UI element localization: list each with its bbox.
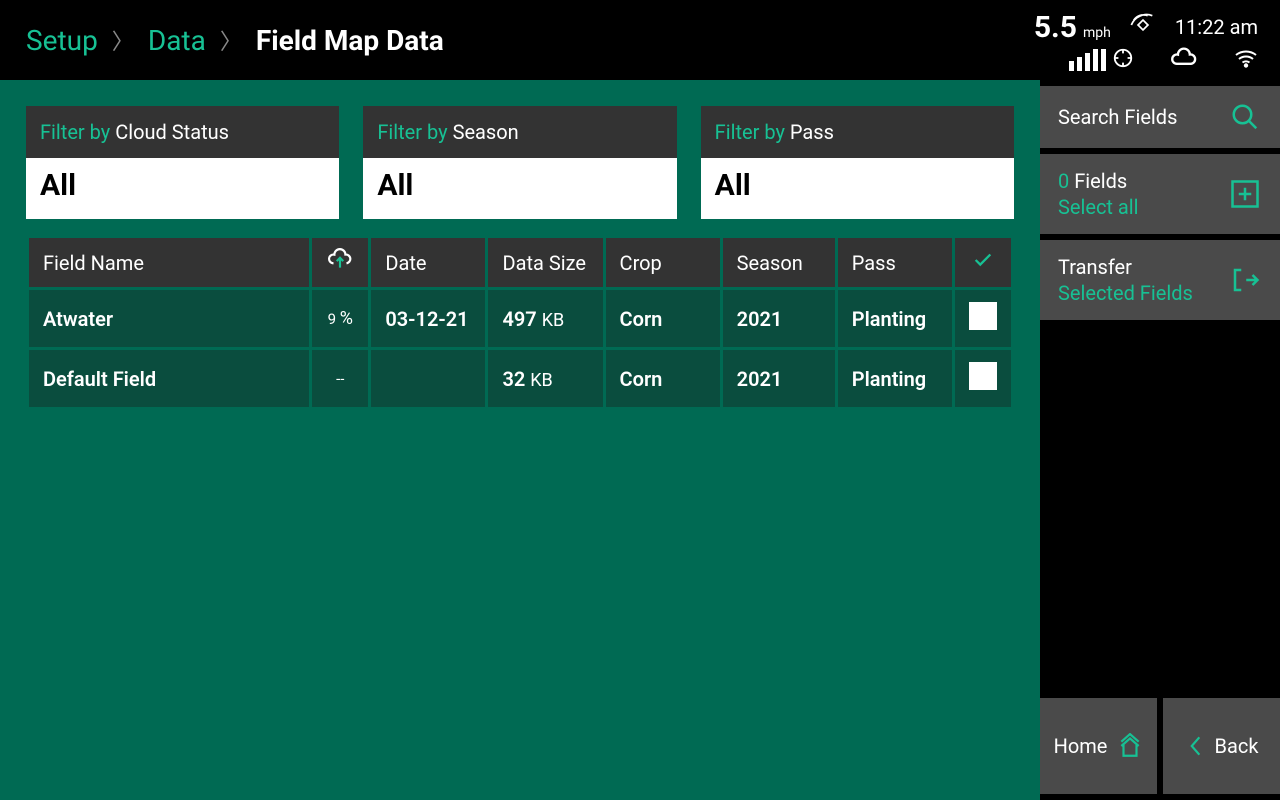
field-table: Field Name Date Data Size Crop Season Pa… xyxy=(26,235,1014,410)
select-all-button[interactable]: 0 Fields Select all xyxy=(1040,154,1280,234)
cell-pass: Planting xyxy=(838,290,952,347)
speed-unit: mph xyxy=(1083,25,1111,41)
cell-size: 497 KB xyxy=(488,290,602,347)
transfer-button[interactable]: Transfer Selected Fields xyxy=(1040,240,1280,320)
header-season[interactable]: Season xyxy=(723,238,835,287)
search-fields-button[interactable]: Search Fields xyxy=(1040,86,1280,148)
cell-sync: 9 % xyxy=(312,290,368,347)
cloud-icon xyxy=(1170,47,1198,73)
breadcrumb-data[interactable]: Data xyxy=(148,24,206,57)
gps-icon xyxy=(1112,47,1134,73)
cell-season: 2021 xyxy=(723,290,835,347)
clock: 11:22 am xyxy=(1175,15,1258,39)
filter-value: All xyxy=(26,158,339,219)
home-icon xyxy=(1117,733,1143,759)
cell-field-name: Atwater xyxy=(29,290,309,347)
chevron-right-icon: 〉 xyxy=(112,24,134,56)
checkbox[interactable] xyxy=(969,362,997,390)
status-area: 5.5 mph 11:22 am xyxy=(1034,0,1280,80)
home-button[interactable]: Home xyxy=(1040,698,1157,794)
header-data-size[interactable]: Data Size xyxy=(488,238,602,287)
selected-count-line: 0 Fields xyxy=(1058,168,1216,194)
cell-checkbox[interactable] xyxy=(955,350,1011,407)
header-pass[interactable]: Pass xyxy=(838,238,952,287)
checkbox[interactable] xyxy=(969,302,997,330)
cell-crop: Corn xyxy=(606,290,720,347)
speed-value: 5.5 xyxy=(1034,10,1077,45)
header-select-all[interactable] xyxy=(955,238,1011,287)
cell-crop: Corn xyxy=(606,350,720,407)
export-icon xyxy=(1228,263,1262,297)
cell-date: 03-12-21 xyxy=(371,290,485,347)
filter-value: All xyxy=(701,158,1014,219)
filter-cloud-status[interactable]: Filter by Cloud Status All xyxy=(26,106,339,219)
transfer-label: Transfer xyxy=(1058,254,1216,280)
filter-pass[interactable]: Filter by Pass All xyxy=(701,106,1014,219)
cell-checkbox[interactable] xyxy=(955,290,1011,347)
breadcrumb-setup[interactable]: Setup xyxy=(26,24,98,57)
plus-square-icon xyxy=(1228,177,1262,211)
cell-season: 2021 xyxy=(723,350,835,407)
cloud-upload-icon xyxy=(327,248,353,272)
chevron-left-icon xyxy=(1185,733,1205,759)
wifi-icon xyxy=(1234,48,1258,72)
cell-pass: Planting xyxy=(838,350,952,407)
table-header-row: Field Name Date Data Size Crop Season Pa… xyxy=(29,238,1011,287)
table-row[interactable]: Atwater9 %03-12-21497 KBCorn2021Planting xyxy=(29,290,1011,347)
header-cloud-status[interactable] xyxy=(312,238,368,287)
table-row[interactable]: Default Field-- 32 KBCorn2021Planting xyxy=(29,350,1011,407)
search-fields-label: Search Fields xyxy=(1058,104,1216,130)
signal-bars-icon xyxy=(1069,49,1106,71)
filter-season[interactable]: Filter by Season All xyxy=(363,106,676,219)
satellite-icon xyxy=(1129,11,1157,43)
back-button[interactable]: Back xyxy=(1163,698,1280,794)
cell-size: 32 KB xyxy=(488,350,602,407)
back-label: Back xyxy=(1215,734,1259,758)
header-field-name[interactable]: Field Name xyxy=(29,238,309,287)
speed-indicator: 5.5 mph xyxy=(1034,10,1111,45)
filter-label: Filter by Pass xyxy=(701,106,1014,158)
check-icon xyxy=(972,249,994,271)
selected-count-label: Fields xyxy=(1074,169,1127,193)
selected-count: 0 xyxy=(1058,169,1069,193)
topbar: Setup 〉 Data 〉 Field Map Data 5.5 mph 11… xyxy=(0,0,1280,80)
filter-value: All xyxy=(363,158,676,219)
cell-date xyxy=(371,350,485,407)
cell-field-name: Default Field xyxy=(29,350,309,407)
page-title: Field Map Data xyxy=(256,24,444,57)
right-panel: Search Fields 0 Fields Select all Transf… xyxy=(1040,80,1280,800)
breadcrumb: Setup 〉 Data 〉 Field Map Data xyxy=(0,0,444,80)
chevron-right-icon: 〉 xyxy=(220,24,242,56)
filter-label: Filter by Season xyxy=(363,106,676,158)
filter-label: Filter by Cloud Status xyxy=(26,106,339,158)
transfer-sublabel: Selected Fields xyxy=(1058,280,1216,306)
cell-sync: -- xyxy=(312,350,368,407)
select-all-label: Select all xyxy=(1058,194,1216,220)
home-label: Home xyxy=(1054,734,1108,758)
search-icon xyxy=(1228,100,1262,134)
header-crop[interactable]: Crop xyxy=(606,238,720,287)
filters-row: Filter by Cloud Status All Filter by Sea… xyxy=(26,106,1014,219)
main-content: Filter by Cloud Status All Filter by Sea… xyxy=(0,80,1040,800)
header-date[interactable]: Date xyxy=(371,238,485,287)
